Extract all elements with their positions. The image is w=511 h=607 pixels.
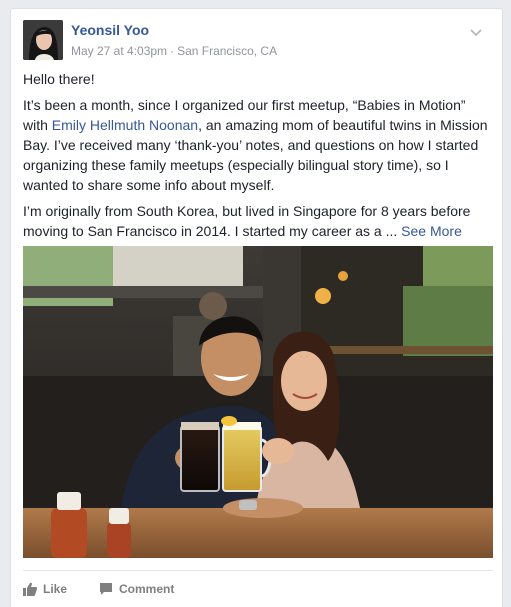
photo-image xyxy=(23,246,493,558)
comment-label: Comment xyxy=(119,582,175,596)
avatar[interactable] xyxy=(23,20,63,60)
post-photo[interactable] xyxy=(23,246,493,558)
post-actions: Like Comment xyxy=(23,570,493,603)
post-body: Hello there! It’s been a month, since I … xyxy=(23,69,493,247)
avatar-image xyxy=(23,20,63,60)
post-header: Yeonsil Yoo May 27 at 4:03pm · San Francis… xyxy=(23,20,483,62)
author-name[interactable]: Yeonsil Yoo xyxy=(71,22,149,38)
post-card: Yeonsil Yoo May 27 at 4:03pm · San Francis… xyxy=(10,8,503,607)
chevron-down-icon[interactable] xyxy=(469,24,483,37)
post-location[interactable]: San Francisco, CA xyxy=(177,44,277,58)
post-paragraph: It’s been a month, since I organized our… xyxy=(23,95,493,195)
like-label: Like xyxy=(43,582,68,596)
tagged-person-link[interactable]: Emily Hellmuth Noonan xyxy=(52,117,198,133)
post-paragraph: I’m originally from South Korea, but liv… xyxy=(23,201,493,241)
speech-bubble-icon xyxy=(100,583,112,595)
post-meta: May 27 at 4:03pm · San Francisco, CA xyxy=(71,44,277,58)
thumbs-up-icon xyxy=(23,582,37,596)
post-greeting: Hello there! xyxy=(23,71,95,87)
like-button[interactable]: Like xyxy=(23,580,67,598)
post-date[interactable]: May 27 at 4:03pm xyxy=(71,44,167,58)
comment-button[interactable]: Comment xyxy=(99,580,174,598)
see-more-link[interactable]: See More xyxy=(401,223,462,239)
meta-separator: · xyxy=(170,44,175,58)
